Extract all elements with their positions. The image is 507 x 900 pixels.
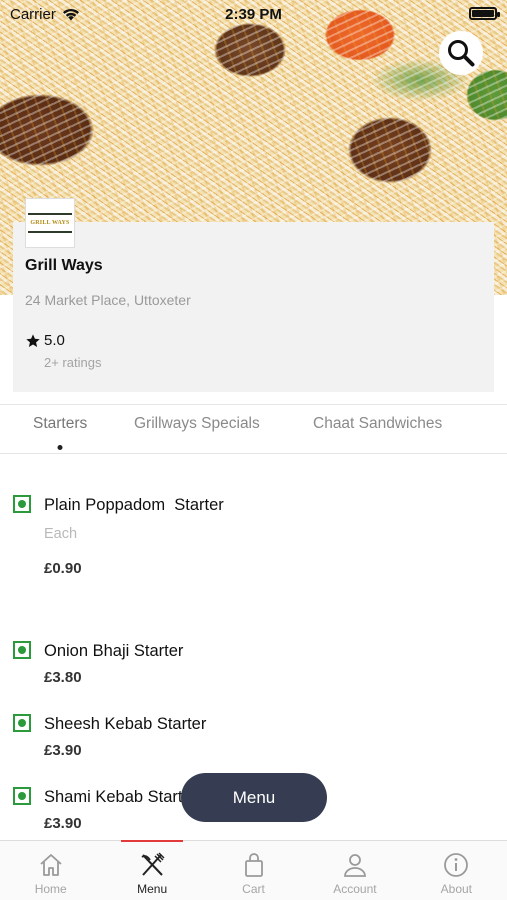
carrier-info: Carrier [10,6,80,23]
menu-item[interactable]: Sheesh Kebab Starter £3.90 [0,713,507,768]
veg-indicator-icon [13,641,31,659]
bag-icon [239,850,269,880]
restaurant-logo-text: GRILL WAYS [28,213,72,233]
item-name: Plain Poppadom Starter [44,496,224,514]
item-description: Each [44,526,78,542]
info-icon [441,850,471,880]
nav-label: Menu [137,882,168,896]
item-price: £3.80 [44,669,82,686]
fork-knife-icon [137,850,167,880]
category-tabs: Starters Grillways Specials Chaat Sandwi… [0,404,507,454]
home-icon [36,850,66,880]
rating-value: 5.0 [44,332,65,349]
active-tab-indicator [57,445,63,450]
tab-label: Starters [33,415,88,432]
nav-home[interactable]: Home [0,841,101,900]
search-icon [448,40,475,67]
restaurant-info-card: GRILL WAYS Grill Ways 24 Market Place, U… [13,198,494,392]
user-icon [340,850,370,880]
item-name: Onion Bhaji Starter [44,642,184,660]
nav-account[interactable]: Account [304,841,405,900]
tab-label: Chaat Sandwiches [313,415,443,432]
carrier-label: Carrier [10,5,56,23]
bottom-nav: Home Menu Cart Account About [0,840,507,900]
rating-count: 2+ ratings [44,355,102,370]
nav-label: Home [34,882,67,896]
nav-cart[interactable]: Cart [203,841,304,900]
veg-indicator-icon [13,787,31,805]
restaurant-address: 24 Market Place, Uttoxeter [25,292,191,308]
tab-grillways-specials[interactable]: Grillways Specials [134,415,260,433]
restaurant-logo: GRILL WAYS [25,198,75,248]
item-price: £3.90 [44,742,82,759]
nav-label: Cart [242,882,265,896]
nav-about[interactable]: About [406,841,507,900]
veg-indicator-icon [13,495,31,513]
item-name: Sheesh Kebab Starter [44,715,207,733]
wifi-icon [62,8,79,20]
search-button[interactable] [439,31,483,75]
star-icon [26,333,40,347]
nav-label: About [440,882,472,896]
menu-item[interactable]: Onion Bhaji Starter £3.80 [0,640,507,695]
item-price: £0.90 [44,560,82,577]
menu-item[interactable]: Plain Poppadom Starter Each £0.90 [0,494,507,604]
item-name: Shami Kebab Starter [44,788,198,806]
nav-label: Account [333,882,377,896]
battery-icon [469,7,500,20]
item-price: £3.90 [44,815,82,832]
restaurant-name: Grill Ways [25,257,103,274]
veg-indicator-icon [13,714,31,732]
status-bar: Carrier 2:39 PM [0,0,507,28]
tab-starters[interactable]: Starters [33,415,88,450]
floating-menu-button[interactable]: Menu [181,773,327,822]
tab-label: Grillways Specials [134,415,260,432]
rating: 5.0 [25,332,65,349]
nav-menu[interactable]: Menu [101,840,202,900]
tab-chaat-sandwiches[interactable]: Chaat Sandwiches [313,415,442,433]
